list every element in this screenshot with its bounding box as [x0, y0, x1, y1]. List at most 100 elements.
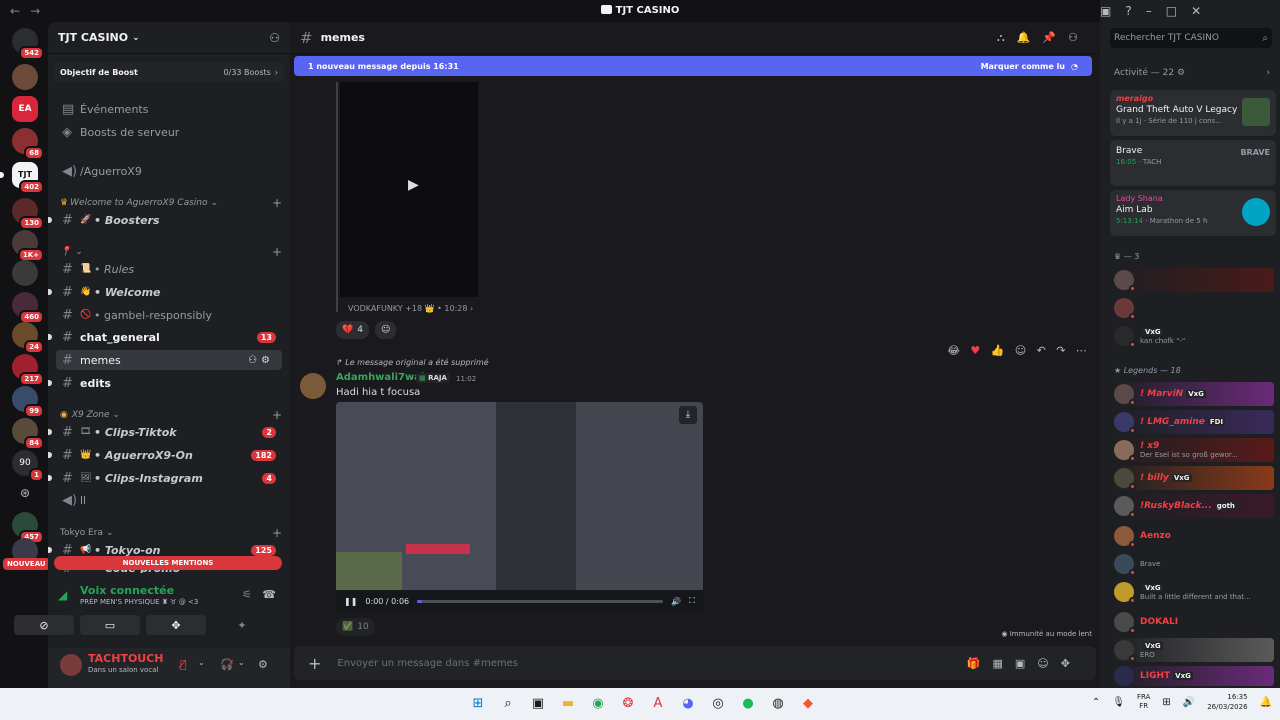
discord-icon[interactable]: ◕: [678, 694, 698, 714]
windows-start-icon[interactable]: ⊞: [468, 694, 488, 714]
message-composer[interactable]: + Envoyer un message dans #memes 🎁▦▣☺✥: [294, 646, 1096, 680]
member-item[interactable]: [1114, 268, 1274, 292]
app-red-icon[interactable]: ❂: [618, 694, 638, 714]
create-channel-icon[interactable]: +: [272, 245, 282, 259]
server-boosts-link[interactable]: ◈ Boosts de serveur: [56, 122, 282, 142]
member-item[interactable]: Aenzo: [1114, 524, 1274, 548]
avatar[interactable]: [60, 654, 82, 676]
new-messages-bar[interactable]: 1 nouveau message depuis 16:31 Marquer c…: [294, 56, 1092, 76]
member-item[interactable]: !RuskyBlack... goth: [1114, 494, 1274, 518]
activity-header[interactable]: Activité — 22 ⚙ ›: [1114, 68, 1270, 78]
voice-channel-aguerro[interactable]: ◀)/AguerroX9: [56, 161, 282, 181]
channel-chat-general[interactable]: # chat_general 13: [56, 327, 282, 347]
chevron-up-icon[interactable]: ⌃: [1092, 697, 1100, 708]
server-icon[interactable]: 90 1: [12, 450, 44, 482]
chevron-down-icon[interactable]: ⌄: [238, 658, 245, 667]
category-tokyo[interactable]: Tokyo Era ⌄ +: [60, 526, 282, 540]
activity-card[interactable]: Brave 16:05 · TACH BRAVE: [1110, 140, 1276, 186]
member-item[interactable]: ! billy VxG: [1114, 466, 1274, 490]
search-icon[interactable]: ⌕: [498, 694, 518, 714]
minimize-icon[interactable]: –: [1146, 4, 1152, 18]
forward-arrow-icon[interactable]: →: [30, 4, 40, 18]
add-reaction-icon[interactable]: ☺: [1015, 344, 1026, 357]
new-mentions-bar[interactable]: NOUVELLES MENTIONS: [54, 556, 282, 570]
guild-tag[interactable]: ▦ RAJA: [416, 373, 450, 383]
member-item[interactable]: VxG ERO: [1114, 638, 1274, 662]
volume-icon[interactable]: 🔊: [1183, 697, 1195, 708]
back-arrow-icon[interactable]: ←: [10, 4, 20, 18]
header-tools[interactable]: ⛬🔔📌⚇: [997, 31, 1090, 45]
embed-attribution[interactable]: VODKAFUNKY +18 👑 • 10:28 ›: [348, 304, 473, 313]
boost-goal[interactable]: Objectif de Boost 0/33 Boosts ›: [54, 62, 284, 82]
chrome-icon[interactable]: ◉: [588, 694, 608, 714]
channel-clips-tiktok[interactable]: # 🎞 • Clips-Tiktok 2: [56, 422, 282, 442]
more-icon[interactable]: ⋯: [1076, 344, 1087, 357]
member-item[interactable]: [1114, 296, 1274, 320]
channel-memes[interactable]: # memes ⚇⚙: [56, 350, 282, 370]
disconnect-icon[interactable]: ☎: [262, 588, 276, 601]
server-icon[interactable]: 24: [12, 322, 44, 354]
video-embed[interactable]: ▶: [340, 82, 478, 297]
channel-settings-icon[interactable]: ⚇⚙: [248, 355, 274, 366]
deafened-icon[interactable]: 🎧̸: [220, 658, 234, 671]
server-icon[interactable]: 130: [12, 198, 44, 230]
activities-button[interactable]: ✥: [146, 615, 206, 635]
create-channel-icon[interactable]: +: [272, 408, 282, 422]
channel-welcome[interactable]: # 👋 • Welcome: [56, 282, 282, 302]
server-icon[interactable]: [12, 64, 38, 90]
task-view-icon[interactable]: ▣: [528, 694, 548, 714]
server-icon[interactable]: [12, 260, 38, 286]
activity-card[interactable]: meraigo Grand Theft Auto V Legacy Il y a…: [1110, 90, 1276, 136]
category-pin[interactable]: 📍 ⌄ +: [60, 245, 282, 259]
mic-muted-icon[interactable]: 🎙̸: [180, 658, 187, 671]
reaction-broken-heart[interactable]: 💔 4: [336, 321, 369, 339]
server-icon[interactable]: 217: [12, 354, 44, 386]
avatar[interactable]: [300, 373, 326, 399]
network-icon[interactable]: ⊞: [1162, 697, 1170, 708]
channel-clips-instagram[interactable]: # 🖼 • Clips-Instagram 4: [56, 468, 282, 488]
notifications-icon[interactable]: 🔔: [1260, 697, 1272, 708]
signal-icon[interactable]: ◢: [58, 588, 67, 602]
message-input[interactable]: Envoyer un message dans #memes: [337, 658, 518, 669]
pause-icon[interactable]: ❚❚: [344, 597, 357, 606]
reaction-check[interactable]: ✅ 10: [336, 618, 375, 636]
fullscreen-icon[interactable]: ⛶: [689, 596, 695, 606]
help-icon[interactable]: ?: [1125, 4, 1131, 18]
direct-messages-button[interactable]: 542: [12, 28, 44, 60]
channel-gamble[interactable]: # 🚫 • gambel-responsibly: [56, 305, 282, 325]
member-item[interactable]: VxG kan chofk "-": [1114, 324, 1274, 348]
share-screen-button[interactable]: ▭: [80, 615, 140, 635]
chevron-down-icon[interactable]: ⌄: [198, 658, 205, 667]
microphone-icon[interactable]: 🎙: [1112, 697, 1125, 708]
server-tjt-icon[interactable]: TJT 402: [0, 162, 44, 194]
language-indicator[interactable]: FRA FR: [1137, 693, 1150, 711]
channel-edits[interactable]: # edits: [56, 373, 282, 393]
member-item[interactable]: ! MarviN VxG: [1114, 382, 1274, 406]
play-icon[interactable]: ▶: [408, 177, 419, 193]
soundboard-button[interactable]: ✦: [212, 615, 272, 635]
app-a-icon[interactable]: A: [648, 694, 668, 714]
category-x9[interactable]: ◉ X9 Zone ⌄ +: [60, 408, 282, 422]
spotify-icon[interactable]: ●: [738, 694, 758, 714]
heart-emoji-icon[interactable]: ♥: [970, 344, 980, 357]
activity-card[interactable]: Lady Shana Aim Lab 5:13:14 · Marathon de…: [1110, 190, 1276, 236]
file-explorer-icon[interactable]: ▬: [558, 694, 578, 714]
member-item[interactable]: ! x9 Der Esel ist so groß gewor...: [1114, 438, 1274, 462]
message-author[interactable]: Adamhwali7wak: [336, 372, 428, 383]
mark-as-read-button[interactable]: Marquer comme lu: [981, 62, 1065, 71]
server-ea-icon[interactable]: EA: [12, 96, 38, 122]
member-item[interactable]: ! LMG_amine FDI: [1114, 410, 1274, 434]
server-icon[interactable]: 457: [12, 512, 44, 544]
channel-aguerro-on[interactable]: # 👑 • AguerroX9-On 182: [56, 445, 282, 465]
server-icon[interactable]: 460: [12, 292, 44, 324]
reply-reference[interactable]: ↱ Le message original a été supprimé: [336, 358, 489, 367]
server-icon[interactable]: 99: [12, 386, 44, 418]
member-item[interactable]: DOKALI: [1114, 610, 1274, 634]
create-channel-icon[interactable]: +: [272, 526, 282, 540]
member-item[interactable]: Brave: [1114, 552, 1274, 576]
channel-boosters[interactable]: # 🚀 • Boosters: [56, 210, 282, 230]
noise-suppression-icon[interactable]: ⚟: [242, 588, 252, 601]
thumbs-up-emoji-icon[interactable]: 👍: [991, 344, 1005, 357]
invite-people-icon[interactable]: ⚇: [269, 31, 280, 45]
server-icon[interactable]: 1K+: [12, 230, 44, 262]
